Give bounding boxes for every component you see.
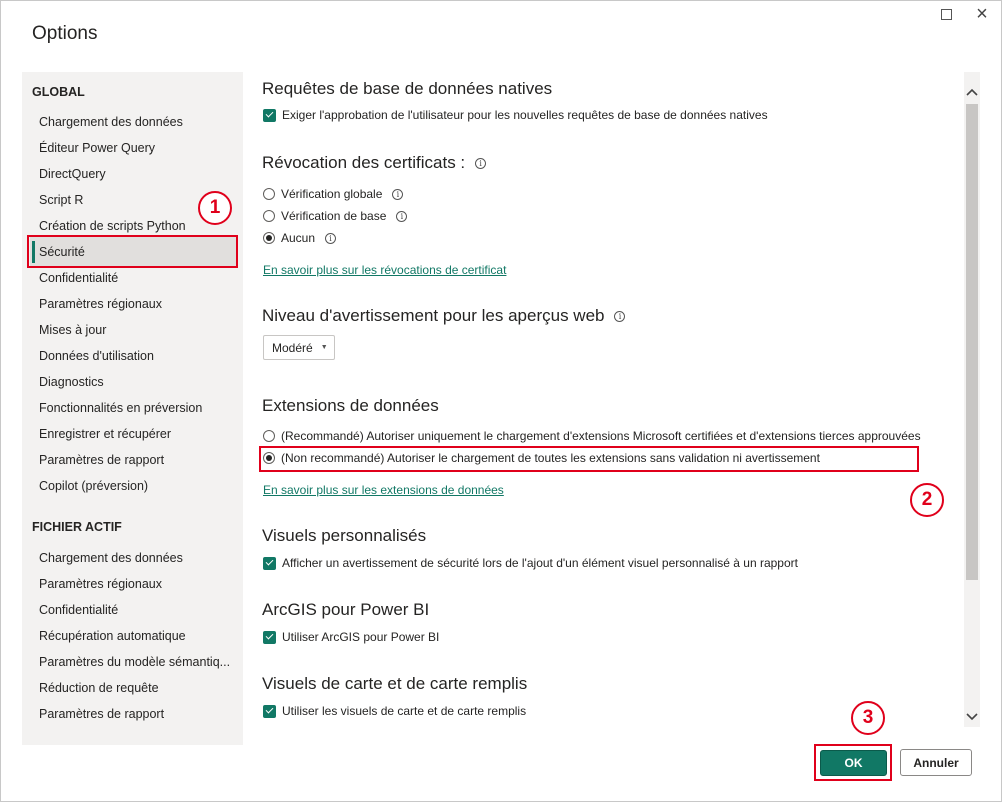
sidebar-item-preview-features[interactable]: Fonctionnalités en préversion (39, 398, 202, 418)
checkbox-checked-icon[interactable] (263, 108, 276, 122)
sidebar-item-copilot[interactable]: Copilot (préversion) (39, 476, 148, 496)
sidebar-item-semantic-model[interactable]: Paramètres du modèle sémantiq... (39, 652, 230, 672)
annotation-number-1: 1 (198, 191, 232, 225)
sidebar-item-file-data-load[interactable]: Chargement des données (39, 548, 183, 568)
sidebar-item-usage-data[interactable]: Données d'utilisation (39, 346, 154, 366)
web-preview-level-dropdown[interactable]: Modéré ▼ (263, 335, 335, 360)
sidebar-item-r-script[interactable]: Script R (39, 190, 83, 210)
sidebar-item-auto-recovery[interactable]: Récupération automatique (39, 626, 186, 646)
sidebar-item-save-recover[interactable]: Enregistrer et récupérer (39, 424, 171, 444)
radio-cert-basic[interactable]: Vérification de base i (263, 209, 408, 223)
sidebar-item-updates[interactable]: Mises à jour (39, 320, 106, 340)
close-button[interactable]: × (975, 3, 989, 25)
chevron-down-icon: ▼ (320, 344, 328, 351)
scroll-down-icon[interactable] (964, 709, 980, 725)
cancel-button[interactable]: Annuler (900, 749, 972, 776)
link-data-extensions-learn-more[interactable]: En savoir plus sur les extensions de don… (263, 483, 504, 497)
info-icon[interactable]: i (475, 157, 487, 169)
info-icon[interactable]: i (614, 310, 626, 322)
sidebar-item-query-reduction[interactable]: Réduction de requête (39, 678, 159, 698)
dialog-title: Options (32, 23, 98, 44)
section-title-maps: Visuels de carte et de carte remplis (262, 674, 528, 693)
sidebar-item-file-report-settings[interactable]: Paramètres de rapport (39, 704, 164, 724)
close-icon: × (976, 3, 988, 25)
checkbox-checked-icon[interactable] (263, 556, 276, 570)
checkbox-use-arcgis[interactable]: Utiliser ArcGIS pour Power BI (263, 630, 439, 644)
maximize-icon (940, 8, 952, 20)
info-icon[interactable]: i (396, 210, 408, 222)
radio-on-icon[interactable] (263, 232, 275, 244)
sidebar-item-file-regional[interactable]: Paramètres régionaux (39, 574, 162, 594)
section-title-data-extensions: Extensions de données (262, 396, 439, 415)
sidebar-item-directquery[interactable]: DirectQuery (39, 164, 106, 184)
section-title-custom-visuals: Visuels personnalisés (262, 526, 427, 545)
annotation-number-2: 2 (910, 483, 944, 517)
radio-off-icon[interactable] (263, 210, 275, 222)
sidebar-item-python-scripting[interactable]: Création de scripts Python (39, 216, 186, 236)
sidebar-item-file-privacy[interactable]: Confidentialité (39, 600, 118, 620)
radio-extensions-recommended[interactable]: (Recommandé) Autoriser uniquement le cha… (263, 429, 921, 443)
link-cert-revocation-learn-more[interactable]: En savoir plus sur les révocations de ce… (263, 263, 506, 277)
scroll-thumb[interactable] (966, 104, 978, 580)
annotation-box-ok (814, 744, 892, 781)
checkbox-custom-visual-warning[interactable]: Afficher un avertissement de sécurité lo… (263, 556, 798, 570)
radio-off-icon[interactable] (263, 188, 275, 200)
annotation-box-security (27, 235, 238, 268)
checkbox-checked-icon[interactable] (263, 704, 276, 718)
content-scrollbar[interactable] (964, 72, 980, 727)
sidebar-item-global-report-settings[interactable]: Paramètres de rapport (39, 450, 164, 470)
sidebar-item-global-data-load[interactable]: Chargement des données (39, 112, 183, 132)
checkbox-native-query-approval[interactable]: Exiger l'approbation de l'utilisateur po… (263, 108, 768, 122)
sidebar-item-global-privacy[interactable]: Confidentialité (39, 268, 118, 288)
info-icon[interactable]: i (392, 188, 404, 200)
section-title-arcgis: ArcGIS pour Power BI (262, 600, 430, 619)
options-sidebar: GLOBAL Chargement des données Éditeur Po… (22, 72, 243, 745)
window-controls: × (939, 3, 989, 25)
section-title-native-queries: Requêtes de base de données natives (262, 79, 553, 98)
annotation-box-extensions (259, 446, 919, 472)
sidebar-item-global-regional[interactable]: Paramètres régionaux (39, 294, 162, 314)
section-title-web-preview: Niveau d'avertissement pour les aperçus … (262, 306, 626, 326)
checkbox-use-map-visuals[interactable]: Utiliser les visuels de carte et de cart… (263, 704, 526, 718)
radio-off-icon[interactable] (263, 430, 275, 442)
radio-cert-none[interactable]: Aucun i (263, 231, 337, 245)
sidebar-heading-global: GLOBAL (32, 85, 85, 99)
section-title-cert-revocation: Révocation des certificats : i (262, 153, 487, 173)
sidebar-item-diagnostics[interactable]: Diagnostics (39, 372, 104, 392)
sidebar-item-power-query-editor[interactable]: Éditeur Power Query (39, 138, 155, 158)
options-dialog: × Options GLOBAL Chargement des données … (0, 0, 1002, 802)
info-icon[interactable]: i (325, 232, 337, 244)
checkbox-checked-icon[interactable] (263, 630, 276, 644)
maximize-button[interactable] (939, 7, 953, 21)
annotation-number-3: 3 (851, 701, 885, 735)
scroll-up-icon[interactable] (964, 84, 980, 100)
radio-cert-global[interactable]: Vérification globale i (263, 187, 404, 201)
sidebar-heading-current-file: FICHIER ACTIF (32, 520, 122, 534)
